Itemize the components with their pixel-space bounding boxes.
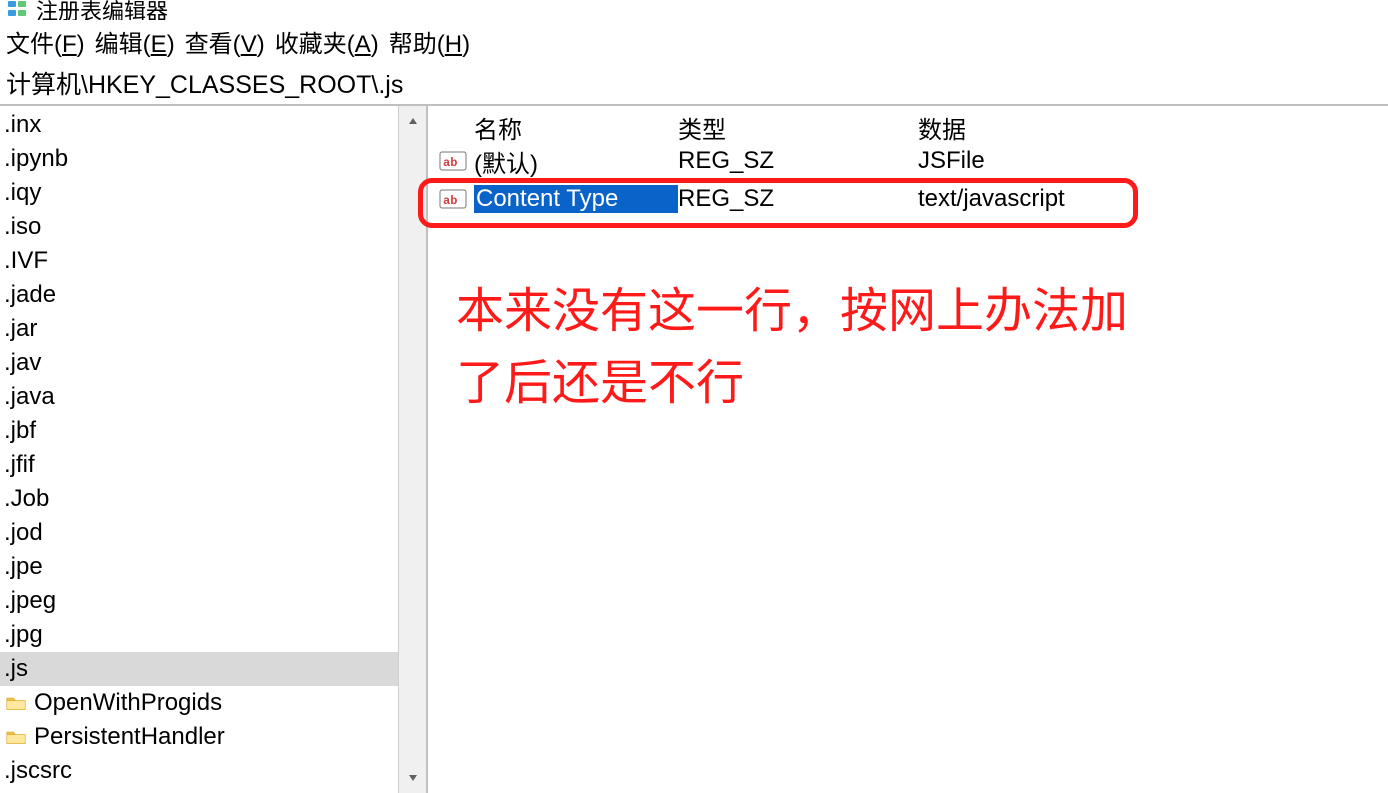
scroll-up-icon[interactable] bbox=[399, 106, 426, 136]
tree-item[interactable]: .jpg bbox=[0, 618, 398, 652]
tree-item[interactable]: .jav bbox=[0, 346, 398, 380]
tree-item-label: .IVF bbox=[4, 244, 48, 278]
content-area: .inx.ipynb.iqy.iso.IVF.jade.jar.jav.java… bbox=[0, 104, 1388, 793]
value-rows: ab (默认)REG_SZJSFile ab Content TypeREG_SZte… bbox=[428, 142, 1388, 218]
tree-item-label: .ipynb bbox=[4, 142, 68, 176]
tree-item-label: .js bbox=[4, 652, 28, 686]
tree-pane: .inx.ipynb.iqy.iso.IVF.jade.jar.jav.java… bbox=[0, 106, 428, 793]
tree-item[interactable]: .java bbox=[0, 380, 398, 414]
address-path: 计算机\HKEY_CLASSES_ROOT\.js bbox=[6, 71, 403, 99]
tree-item-label: .inx bbox=[4, 108, 41, 142]
tree-item-label: .jbf bbox=[4, 414, 36, 448]
value-name: (默认) bbox=[474, 144, 678, 179]
tree-item[interactable]: .inx bbox=[0, 108, 398, 142]
tree-item-label: .java bbox=[4, 380, 55, 414]
tree-item-label: .jpe bbox=[4, 550, 43, 584]
value-type: REG_SZ bbox=[678, 185, 918, 213]
column-name-header[interactable]: 名称 bbox=[474, 110, 678, 138]
value-header[interactable]: 名称 类型 数据 bbox=[428, 106, 1388, 142]
tree-item[interactable]: .jade bbox=[0, 278, 398, 312]
tree-item[interactable]: .IVF bbox=[0, 244, 398, 278]
scroll-track[interactable] bbox=[399, 136, 426, 763]
value-data: JSFile bbox=[918, 147, 1388, 175]
tree-item[interactable]: .iqy bbox=[0, 176, 398, 210]
tree-item-label: .iqy bbox=[4, 176, 41, 210]
string-value-icon: ab bbox=[438, 185, 468, 213]
tree-item[interactable]: .jpe bbox=[0, 550, 398, 584]
column-data-header[interactable]: 数据 bbox=[918, 110, 1388, 138]
tree-item-label: .jade bbox=[4, 278, 56, 312]
address-bar[interactable]: 计算机\HKEY_CLASSES_ROOT\.js bbox=[0, 63, 1388, 104]
scrollbar[interactable] bbox=[398, 106, 426, 793]
menubar: 文件(F) 编辑(E) 查看(V) 收藏夹(A) 帮助(H) bbox=[0, 20, 1388, 63]
tree-list[interactable]: .inx.ipynb.iqy.iso.IVF.jade.jar.jav.java… bbox=[0, 106, 398, 793]
tree-item[interactable]: .jpeg bbox=[0, 584, 398, 618]
menu-help[interactable]: 帮助(H) bbox=[389, 24, 470, 59]
tree-item-label: .jpg bbox=[4, 618, 43, 652]
tree-item[interactable]: .jscsrc bbox=[0, 754, 398, 788]
tree-item[interactable]: .jbf bbox=[0, 414, 398, 448]
value-pane: 名称 类型 数据 ab (默认)REG_SZJSFile ab Content Typ… bbox=[428, 106, 1388, 793]
tree-item[interactable]: .jod bbox=[0, 516, 398, 550]
titlebar: 注册表编辑器 bbox=[0, 0, 1388, 20]
tree-item[interactable]: .ipynb bbox=[0, 142, 398, 176]
svg-text:ab: ab bbox=[443, 156, 457, 170]
app-icon bbox=[6, 0, 30, 20]
menu-favorites[interactable]: 收藏夹(A) bbox=[275, 24, 379, 59]
tree-item-label: .jpeg bbox=[4, 584, 56, 618]
tree-item-label: .iso bbox=[4, 210, 41, 244]
tree-item[interactable]: .iso bbox=[0, 210, 398, 244]
menu-edit[interactable]: 编辑(E) bbox=[95, 24, 175, 59]
menu-view[interactable]: 查看(V) bbox=[185, 24, 265, 59]
tree-item-label: .jav bbox=[4, 346, 41, 380]
tree-item[interactable]: .Job bbox=[0, 482, 398, 516]
value-row[interactable]: ab Content TypeREG_SZtext/javascript bbox=[428, 180, 1388, 218]
tree-item-label: .jar bbox=[4, 312, 37, 346]
annotation-text: 本来没有这一行，按网上办法加 了后还是不行 bbox=[456, 276, 1128, 420]
folder-icon bbox=[4, 725, 28, 749]
app-title: 注册表编辑器 bbox=[36, 0, 168, 20]
tree-item[interactable]: OpenWithProgids bbox=[0, 686, 398, 720]
string-value-icon: ab bbox=[438, 147, 468, 175]
column-type-header[interactable]: 类型 bbox=[678, 110, 918, 138]
tree-item-label: OpenWithProgids bbox=[34, 686, 222, 720]
tree-item-label: .jod bbox=[4, 516, 43, 550]
tree-item[interactable]: .js bbox=[0, 652, 398, 686]
menu-file[interactable]: 文件(F) bbox=[6, 24, 85, 59]
svg-text:ab: ab bbox=[443, 194, 457, 208]
value-data: text/javascript bbox=[918, 185, 1388, 213]
value-type: REG_SZ bbox=[678, 147, 918, 175]
value-name: Content Type bbox=[474, 185, 678, 213]
tree-item-label: .jscsrc bbox=[4, 754, 72, 788]
tree-item-label: PersistentHandler bbox=[34, 720, 225, 754]
folder-icon bbox=[4, 691, 28, 715]
tree-item[interactable]: .jar bbox=[0, 312, 398, 346]
value-row[interactable]: ab (默认)REG_SZJSFile bbox=[428, 142, 1388, 180]
tree-item-label: .jfif bbox=[4, 448, 35, 482]
tree-item-label: .Job bbox=[4, 482, 49, 516]
tree-item[interactable]: PersistentHandler bbox=[0, 720, 398, 754]
tree-item[interactable]: .jfif bbox=[0, 448, 398, 482]
